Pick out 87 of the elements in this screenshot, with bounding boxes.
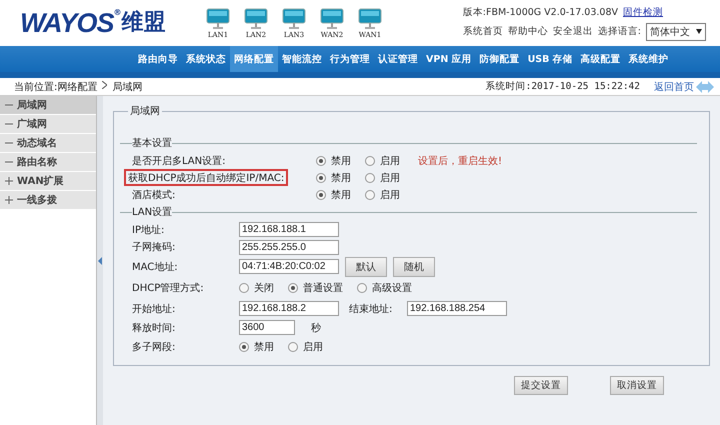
monitor-icon [206,8,230,30]
field-label: DHCP管理方式: [131,282,205,294]
nav-tab[interactable]: 系统状态 [182,46,230,72]
version-text: 版本:FBM-1000G V2.0-17.03.08V [462,6,618,18]
section-title: 基本设置 [132,136,172,150]
text-field[interactable]: 192.168.188.2 [239,301,339,316]
sidebar-item[interactable]: 一线多拨 [0,191,96,210]
sidebar-item[interactable]: 路由名称 [0,153,96,172]
monitor-icon [244,8,268,30]
panel-title: 局域网 [129,104,161,118]
option-label: 启用 [303,340,323,354]
system-time: 系统时间:2017-10-25 15:22:42 [486,80,640,93]
radio-button[interactable] [239,342,249,352]
text-field[interactable]: 192.168.188.1 [239,222,339,238]
sidebar-item[interactable]: 广域网 [0,115,96,134]
logo: WAYOS®维盟 [20,8,167,38]
radio-button[interactable] [316,172,326,182]
option-label: 禁用 [331,188,351,202]
monitor-icon [358,8,382,30]
option-label: 关闭 [254,282,274,294]
radio-button[interactable] [316,156,326,166]
monitor-icon [320,8,344,30]
field-label: 结束地址: [349,302,394,316]
unit-label: 秒 [311,322,321,335]
nav-tab[interactable]: 高级配置 [576,46,625,72]
option-label: 普通设置 [303,282,343,294]
field-label: 多子网段: [131,341,176,354]
breadcrumb-current: 局域网 [112,80,142,94]
sidebar-item[interactable]: WAN扩展 [0,172,96,191]
option-label: 高级设置 [372,282,412,294]
nav-tab[interactable]: 行为管理 [326,46,374,72]
setting-label: 酒店模式: [131,188,176,202]
option-label: 禁用 [254,340,274,354]
option-label: 启用 [380,154,400,168]
action-button[interactable]: 默认 [345,256,387,276]
field-label: 释放时间: [131,322,176,335]
form-button[interactable]: 取消设置 [610,376,664,395]
setting-label: 是否开启多LAN设置: [131,154,226,168]
monitor-icon [282,8,306,30]
option-label: 禁用 [331,154,351,168]
language-label: 选择语言: [598,25,641,38]
nav-tab[interactable]: 认证管理 [374,46,422,72]
header-link[interactable]: 帮助中心 [508,25,548,38]
field-label: 开始地址: [131,302,176,316]
nav-tab[interactable]: 系统维护 [624,46,673,72]
plus-icon [5,177,13,185]
nav-tab[interactable]: VPN 应用 [422,46,476,72]
radio-button[interactable] [365,172,375,182]
radio-button[interactable] [365,190,375,200]
setting-label: 获取DHCP成功后自动绑定IP/MAC: [124,169,288,186]
radio-button[interactable] [288,282,298,292]
plus-icon [5,196,13,204]
section-title: LAN设置 [132,206,172,219]
radio-button[interactable] [316,190,326,200]
language-select[interactable]: 简体中文 [646,22,706,40]
breadcrumb-separator-icon [102,81,108,92]
option-label: 启用 [380,188,400,202]
warning-note: 设置后，重启生效! [418,154,502,168]
text-field[interactable]: 3600 [239,320,295,336]
home-link[interactable]: 返回首页 [654,80,694,94]
option-label: 启用 [380,172,400,184]
nav-tab[interactable]: 防御配置 [476,46,524,72]
text-field[interactable]: 04:71:4B:20:C0:02 [239,259,339,274]
caret-icon [696,29,702,34]
text-field[interactable]: 192.168.188.254 [407,301,507,316]
radio-button[interactable] [365,156,375,166]
breadcrumb-location: 当前位置:网络配置 [14,80,98,94]
field-label: 子网掩码: [131,241,176,254]
text-field[interactable]: 255.255.255.0 [239,240,339,255]
nav-tab[interactable]: 智能流控 [278,46,326,72]
field-label: IP地址: [131,224,166,237]
collapse-arrow-icon[interactable] [98,257,102,265]
header-link[interactable]: 系统首页 [462,25,503,38]
nav-tab[interactable]: USB 存储 [524,46,577,72]
form-button[interactable]: 提交设置 [514,376,568,395]
firmware-link[interactable]: 固件检测 [623,6,664,18]
radio-button[interactable] [288,342,298,352]
radio-button[interactable] [357,282,367,292]
double-arrow-icon [696,80,714,92]
sidebar-item[interactable]: 局域网 [0,96,96,115]
header-link[interactable]: 安全退出 [552,25,593,38]
option-label: 禁用 [331,172,351,184]
nav-tab[interactable]: 路由向导 [134,46,182,72]
action-button[interactable]: 随机 [393,256,435,276]
radio-button[interactable] [239,282,249,292]
sidebar-item[interactable]: 动态域名 [0,134,96,153]
field-label: MAC地址: [131,260,179,274]
